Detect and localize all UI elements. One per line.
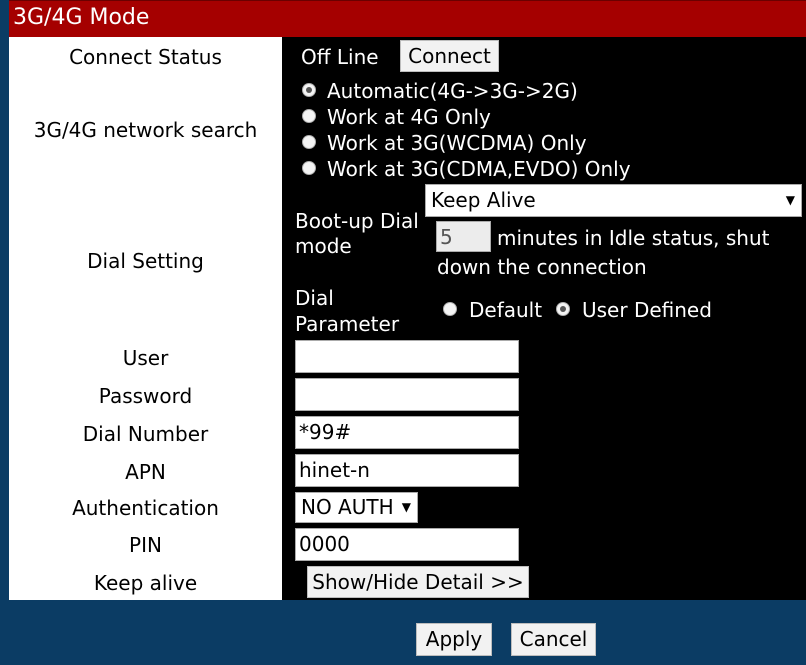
password-input[interactable] bbox=[295, 378, 519, 411]
bootup-mode-select[interactable]: Keep Alive ▼ bbox=[425, 184, 802, 217]
authentication-label: Authentication bbox=[72, 496, 219, 520]
bootup-label-line2: mode bbox=[295, 234, 352, 258]
network-4g-label: Work at 4G Only bbox=[327, 105, 491, 129]
pin-label: PIN bbox=[129, 533, 162, 557]
network-search-label: 3G/4G network search bbox=[33, 118, 258, 142]
dial-parameter-label-line2: Parameter bbox=[295, 312, 400, 336]
keep-alive-label: Keep alive bbox=[93, 571, 198, 595]
network-cdma-radio[interactable] bbox=[302, 161, 316, 175]
network-wcdma-radio[interactable] bbox=[302, 135, 316, 149]
apn-input[interactable]: hinet-n bbox=[295, 454, 519, 487]
dial-number-label: Dial Number bbox=[82, 422, 209, 446]
network-automatic-radio[interactable] bbox=[302, 83, 316, 97]
chevron-down-icon: ▼ bbox=[785, 193, 795, 207]
idle-text-line2: down the connection bbox=[437, 255, 647, 279]
dial-parameter-label-line1: Dial bbox=[295, 286, 334, 310]
user-input[interactable] bbox=[295, 340, 519, 373]
connect-status-value: Off Line bbox=[301, 45, 379, 69]
idle-minutes-input[interactable]: 5 bbox=[436, 221, 491, 252]
show-hide-detail-button[interactable]: Show/Hide Detail >> bbox=[307, 566, 529, 598]
bootup-mode-value: Keep Alive bbox=[431, 188, 536, 212]
title-bar: 3G/4G Mode bbox=[9, 0, 806, 38]
network-automatic-label: Automatic(4G->3G->2G) bbox=[327, 79, 578, 103]
authentication-value: NO AUTH bbox=[301, 495, 394, 519]
settings-panel: 3G/4G Mode Connect Status 3G/4G network … bbox=[0, 0, 806, 665]
dial-param-default-radio[interactable] bbox=[443, 302, 457, 316]
network-cdma-label: Work at 3G(CDMA,EVDO) Only bbox=[327, 157, 631, 181]
connect-status-label: Connect Status bbox=[69, 45, 222, 69]
connect-button[interactable]: Connect bbox=[400, 40, 499, 72]
password-label: Password bbox=[98, 384, 193, 408]
network-4g-radio[interactable] bbox=[302, 109, 316, 123]
dial-setting-label: Dial Setting bbox=[87, 249, 204, 273]
page-title: 3G/4G Mode bbox=[13, 5, 150, 30]
pin-input[interactable]: 0000 bbox=[295, 528, 519, 561]
idle-text-line1: minutes in Idle status, shut bbox=[497, 226, 770, 250]
network-wcdma-label: Work at 3G(WCDMA) Only bbox=[327, 131, 587, 155]
user-label: User bbox=[122, 346, 169, 370]
dial-param-default-label: Default bbox=[469, 298, 543, 322]
apply-button[interactable]: Apply bbox=[416, 623, 492, 656]
authentication-select[interactable]: NO AUTH ▼ bbox=[295, 492, 418, 523]
dial-param-user-label: User Defined bbox=[582, 298, 712, 322]
dial-number-input[interactable]: *99# bbox=[295, 416, 519, 449]
dial-param-user-radio[interactable] bbox=[556, 302, 570, 316]
cancel-button[interactable]: Cancel bbox=[511, 623, 596, 656]
chevron-down-icon: ▼ bbox=[401, 500, 411, 514]
apn-label: APN bbox=[125, 460, 166, 484]
bootup-label-line1: Boot-up Dial bbox=[295, 209, 419, 233]
